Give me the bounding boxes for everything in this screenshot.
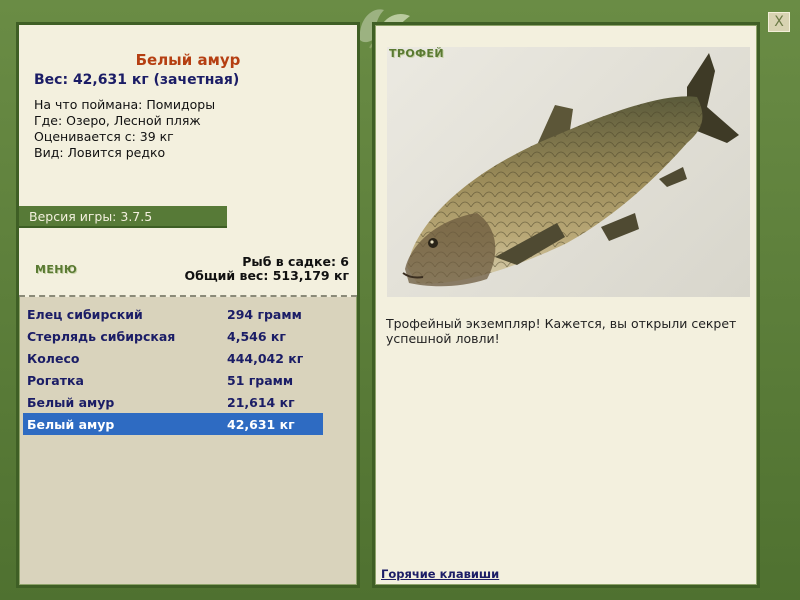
list-item[interactable]: Стерлядь сибирская 4,546 кг [23, 325, 323, 347]
catch-weight: 4,546 кг [227, 329, 286, 344]
fish-rarity: Вид: Ловится редко [34, 145, 166, 160]
list-item[interactable]: Елец сибирский 294 грамм [23, 303, 323, 325]
version-bar: Версия игры: 3.7.5 [19, 206, 227, 228]
catch-name: Колесо [27, 351, 80, 366]
catch-name: Рогатка [27, 373, 84, 388]
fish-info-panel: Белый амур Вес: 42,631 кг (зачетная) На … [19, 25, 357, 297]
trophy-label: ТРОФЕЙ [389, 47, 444, 60]
fish-location: Где: Озеро, Лесной пляж [34, 113, 201, 128]
hotkeys-link[interactable]: Горячие клавиши [381, 567, 499, 581]
catch-list: Елец сибирский 294 грамм Стерлядь сибирс… [23, 303, 323, 435]
catch-name: Белый амур [27, 417, 115, 432]
list-item[interactable]: Белый амур 21,614 кг [23, 391, 323, 413]
divider [19, 295, 357, 297]
fish-image [387, 47, 750, 297]
catch-weight: 42,631 кг [227, 417, 295, 432]
catch-name: Стерлядь сибирская [27, 329, 176, 344]
fish-bait: На что поймана: Помидоры [34, 97, 216, 112]
list-item[interactable]: Рогатка 51 грамм [23, 369, 323, 391]
left-panel: Белый амур Вес: 42,631 кг (зачетная) На … [16, 22, 360, 588]
catch-weight: 51 грамм [227, 373, 294, 388]
fish-valued-from: Оценивается с: 39 кг [34, 129, 174, 144]
catch-name: Елец сибирский [27, 307, 143, 322]
keep-net-count: Рыб в садке: 6 [242, 254, 349, 269]
list-item[interactable]: Колесо 444,042 кг [23, 347, 323, 369]
grass-carp-illustration [402, 53, 739, 287]
right-panel: ТРОФЕЙ Трофейный экземпляр! Кажется, вы … [372, 22, 760, 588]
fish-weight: Вес: 42,631 кг (зачетная) [34, 72, 240, 88]
catch-weight: 444,042 кг [227, 351, 304, 366]
catch-name: Белый амур [27, 395, 115, 410]
list-item-selected[interactable]: Белый амур 42,631 кг [23, 413, 323, 435]
menu-button[interactable]: МЕНЮ [35, 263, 77, 276]
trophy-text: Трофейный экземпляр! Кажется, вы открыли… [386, 316, 737, 346]
catch-weight: 294 грамм [227, 307, 302, 322]
fish-title: Белый амур [135, 51, 241, 69]
close-button[interactable]: X [768, 12, 790, 32]
keep-net-total-weight: Общий вес: 513,179 кг [184, 268, 350, 283]
catch-weight: 21,614 кг [227, 395, 295, 410]
